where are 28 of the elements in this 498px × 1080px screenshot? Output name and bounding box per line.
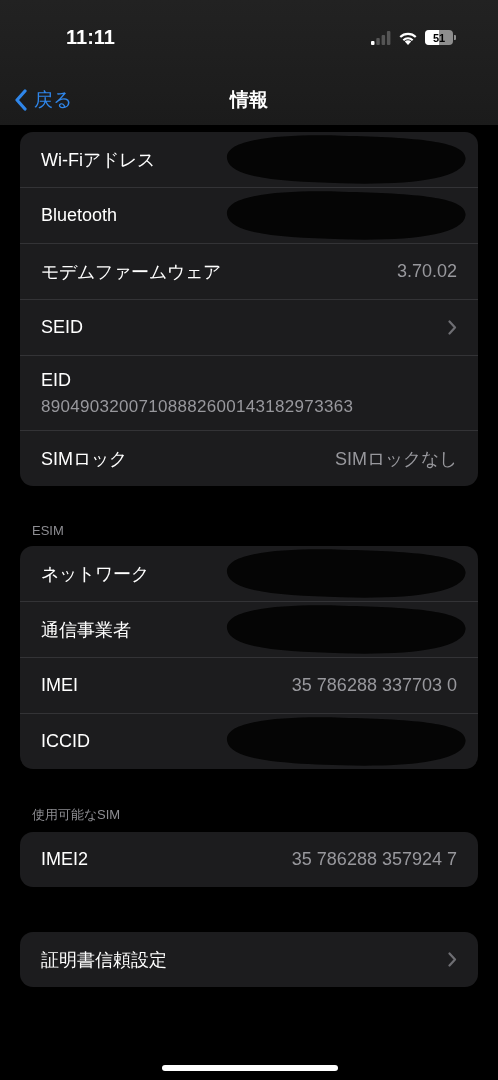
row-value: SIMロックなし [335, 447, 457, 471]
section-heading: ESIM [31, 522, 65, 540]
section-heading: 使用可能なSIM [31, 806, 122, 824]
chevron-icon[interactable] [448, 320, 457, 335]
row-label: ICCID [41, 731, 90, 752]
row-label: 通信事業者 [41, 618, 131, 642]
row-label: Wi-Fiアドレス [41, 148, 155, 172]
back-chevron-icon[interactable] [14, 89, 28, 111]
row-label: SIMロック [41, 447, 127, 471]
row-label: モデムファームウェア [41, 260, 221, 284]
row-label: SEID [41, 317, 83, 338]
row-value: 3.70.02 [396, 261, 457, 282]
row-label: ネットワーク [41, 562, 149, 586]
page-title: 情報 [230, 88, 268, 112]
row-label: Bluetooth [41, 205, 118, 226]
status-time: 11:11 [66, 26, 115, 49]
row-value: 89049032007108882600143182973363 [41, 396, 354, 417]
chevron-icon[interactable] [448, 952, 457, 967]
battery-icon: 51 [425, 30, 456, 45]
row-label: 証明書信頼設定 [41, 948, 167, 972]
row-label: IMEI2 [41, 849, 88, 870]
row-label: EID [41, 369, 71, 391]
wifi-icon [398, 30, 418, 45]
signal-icon [371, 30, 391, 45]
row-value: 35 786288 357924 7 [291, 849, 457, 870]
row-label: IMEI [41, 675, 78, 696]
row-value: 35 786288 337703 0 [291, 675, 457, 696]
back-button[interactable]: 戻る [10, 83, 76, 117]
